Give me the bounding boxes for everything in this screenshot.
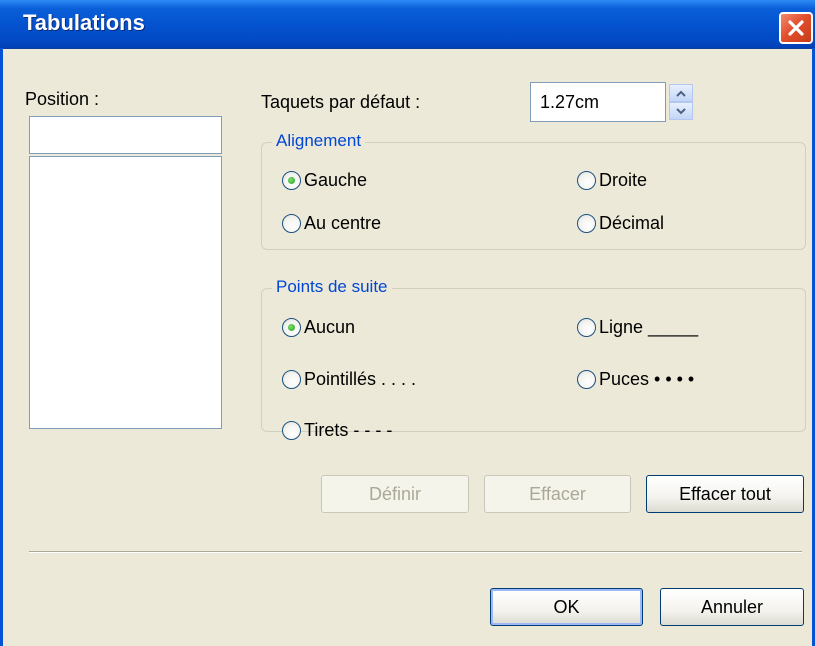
chevron-up-icon bbox=[676, 90, 686, 97]
radio-unchecked-icon bbox=[577, 214, 596, 233]
position-input[interactable] bbox=[29, 116, 222, 154]
radio-unchecked-icon bbox=[577, 370, 596, 389]
clear-button[interactable]: Effacer bbox=[484, 475, 631, 513]
radio-label: Gauche bbox=[304, 170, 368, 190]
radio-aucun[interactable]: Aucun bbox=[282, 317, 355, 338]
window-frame-left bbox=[0, 48, 3, 646]
radio-label: Aucun bbox=[304, 317, 356, 337]
radio-unchecked-icon bbox=[577, 171, 596, 190]
default-tabs-input[interactable]: 1.27cm bbox=[530, 82, 666, 122]
radio-label: Pointillés . . . . bbox=[304, 369, 417, 389]
radio-tirets[interactable]: Tirets - - - - bbox=[282, 420, 392, 441]
radio-ligne[interactable]: Ligne _____ bbox=[577, 317, 698, 338]
radio-au-centre[interactable]: Au centre bbox=[282, 213, 381, 234]
close-icon bbox=[788, 20, 804, 36]
define-button[interactable]: Définir bbox=[321, 475, 469, 513]
default-tabs-label: Taquets par défaut : bbox=[261, 92, 421, 112]
radio-pointilles[interactable]: Pointillés . . . . bbox=[282, 369, 416, 390]
radio-label: Décimal bbox=[599, 213, 665, 233]
radio-unchecked-icon bbox=[577, 318, 596, 337]
chevron-down-icon bbox=[676, 107, 686, 114]
radio-unchecked-icon bbox=[282, 370, 301, 389]
cancel-button[interactable]: Annuler bbox=[660, 588, 804, 626]
radio-checked-icon bbox=[282, 171, 301, 190]
radio-puces[interactable]: Puces • • • • bbox=[577, 369, 694, 390]
radio-label: Droite bbox=[599, 170, 648, 190]
spinner-down-button[interactable] bbox=[669, 102, 693, 120]
radio-unchecked-icon bbox=[282, 214, 301, 233]
leaders-legend: Points de suite bbox=[272, 277, 392, 297]
spinner-up-button[interactable] bbox=[669, 84, 693, 102]
spinner-arrows-icon bbox=[669, 84, 693, 120]
clear-all-button[interactable]: Effacer tout bbox=[646, 475, 804, 513]
dialog-title: Tabulations bbox=[23, 10, 145, 35]
position-label: Position : bbox=[25, 89, 100, 109]
position-list[interactable] bbox=[29, 156, 222, 429]
radio-checked-icon bbox=[282, 318, 301, 337]
radio-label: Au centre bbox=[304, 213, 382, 233]
radio-unchecked-icon bbox=[282, 421, 301, 440]
tabulations-dialog: Tabulations Position : Taquets par défau… bbox=[0, 0, 815, 646]
radio-droite[interactable]: Droite bbox=[577, 170, 647, 191]
ok-button[interactable]: OK bbox=[490, 588, 643, 626]
title-bar[interactable]: Tabulations bbox=[0, 0, 815, 49]
separator bbox=[29, 551, 802, 553]
radio-label: Tirets - - - - bbox=[304, 420, 393, 440]
radio-label: Puces • • • • bbox=[599, 369, 695, 389]
leaders-group bbox=[261, 288, 806, 432]
radio-gauche[interactable]: Gauche bbox=[282, 170, 367, 191]
close-button[interactable] bbox=[779, 12, 813, 44]
radio-decimal[interactable]: Décimal bbox=[577, 213, 664, 234]
radio-label: Ligne _____ bbox=[599, 317, 699, 337]
alignment-legend: Alignement bbox=[272, 131, 366, 151]
